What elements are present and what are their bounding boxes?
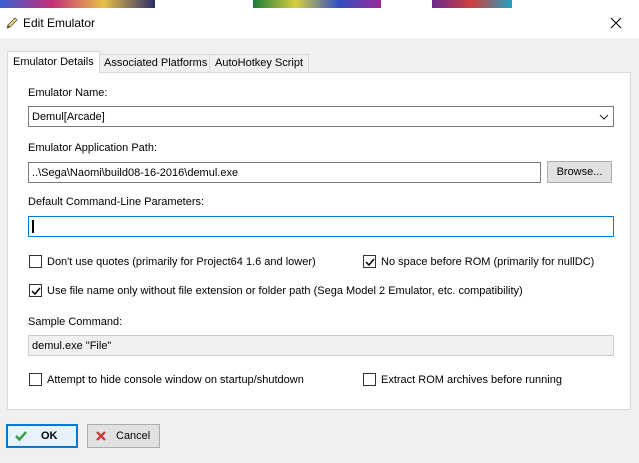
- tab-associated-platforms[interactable]: Associated Platforms: [98, 54, 214, 73]
- ok-button[interactable]: OK: [6, 424, 78, 448]
- browse-button[interactable]: Browse...: [547, 161, 612, 183]
- cmdline-label: Default Command-Line Parameters:: [28, 196, 205, 208]
- cancel-button-label: Cancel: [116, 430, 151, 442]
- cancel-button[interactable]: Cancel: [87, 424, 160, 448]
- checkmark-icon: [365, 258, 375, 267]
- app-path-label: Emulator Application Path:: [28, 142, 158, 154]
- file-name-only-label: Use file name only without file extensio…: [47, 285, 523, 297]
- app-path-value: ..\Sega\Naomi\build08-16-2016\demul.exe: [32, 167, 239, 179]
- close-icon: [610, 17, 622, 29]
- background-artwork-strip: [0, 0, 639, 8]
- background-art-left: [0, 0, 155, 8]
- background-art-right: [432, 0, 512, 8]
- text-caret: [32, 220, 34, 233]
- ok-button-label: OK: [41, 430, 58, 442]
- red-x-icon: [96, 431, 106, 441]
- dont-use-quotes-checkbox[interactable]: [29, 255, 42, 268]
- file-name-only-checkbox[interactable]: [29, 284, 42, 297]
- emulator-name-value: Demul[Arcade]: [32, 111, 105, 123]
- background-art-center: [253, 0, 381, 8]
- tab-emulator-details[interactable]: Emulator Details: [7, 51, 100, 74]
- app-path-input[interactable]: ..\Sega\Naomi\build08-16-2016\demul.exe: [28, 162, 541, 183]
- cmdline-input[interactable]: [28, 216, 614, 237]
- extract-rom-label: Extract ROM archives before running: [381, 374, 562, 386]
- emulator-name-combo[interactable]: Demul[Arcade]: [28, 106, 614, 127]
- hide-console-label: Attempt to hide console window on startu…: [47, 374, 304, 386]
- emulator-details-panel: Emulator Name: Demul[Arcade] Emulator Ap…: [7, 72, 631, 410]
- green-check-icon: [15, 431, 27, 442]
- emulator-name-label: Emulator Name:: [28, 87, 108, 99]
- sample-command-field: demul.exe "File": [28, 335, 614, 356]
- no-space-before-rom-checkbox[interactable]: [363, 255, 376, 268]
- window-title: Edit Emulator: [23, 16, 96, 30]
- no-space-before-rom-label: No space before ROM (primarily for nullD…: [381, 256, 595, 268]
- tab-autohotkey-script[interactable]: AutoHotkey Script: [209, 54, 310, 73]
- dont-use-quotes-label: Don't use quotes (primarily for Project6…: [47, 256, 316, 268]
- sample-command-label: Sample Command:: [28, 316, 123, 328]
- sample-command-value: demul.exe "File": [32, 340, 112, 352]
- pencil-icon: [6, 17, 18, 29]
- chevron-down-icon: [599, 114, 609, 120]
- checkmark-icon: [31, 287, 41, 296]
- extract-rom-checkbox[interactable]: [363, 373, 376, 386]
- hide-console-checkbox[interactable]: [29, 373, 42, 386]
- close-button[interactable]: [593, 8, 639, 38]
- title-bar: Edit Emulator: [0, 8, 639, 38]
